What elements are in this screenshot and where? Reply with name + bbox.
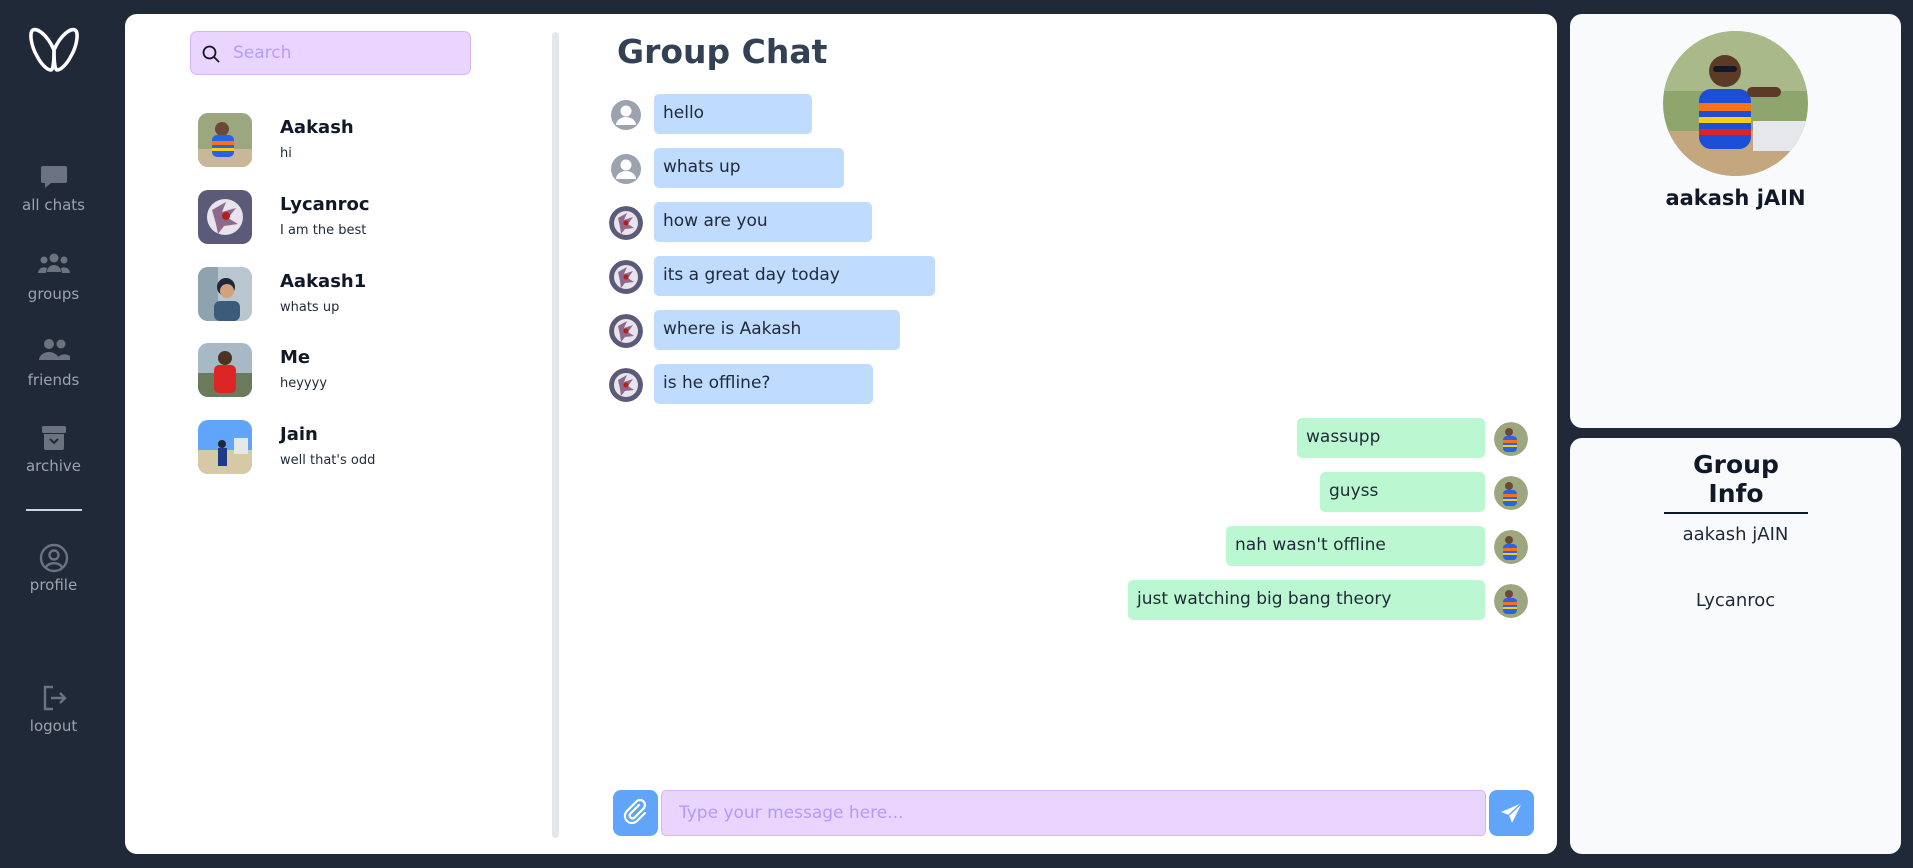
archive-icon [0, 424, 107, 452]
message-avatar[interactable] [609, 206, 643, 240]
nav-label: logout [29, 717, 78, 735]
default-user-icon[interactable] [609, 98, 643, 132]
group-member[interactable]: Lycanroc [1570, 590, 1901, 611]
search-input[interactable] [233, 32, 463, 74]
friends-icon [0, 338, 107, 366]
outgoing-message: guyss [125, 472, 1557, 512]
message-bubble: how are you [654, 202, 872, 242]
message-bubble: hello [654, 94, 812, 134]
group-member[interactable]: aakash jAIN [1570, 524, 1901, 545]
message-bubble: where is Aakash [654, 310, 900, 350]
paperclip-icon [613, 798, 658, 840]
nav-archive[interactable]: archive [0, 424, 107, 475]
outgoing-message: wassupp [125, 418, 1557, 458]
message-avatar[interactable] [1494, 422, 1528, 456]
incoming-message: its a great day today [125, 256, 1557, 296]
profile-name: aakash jAIN [1665, 186, 1806, 210]
nav-label: profile [29, 576, 78, 594]
send-icon [1489, 802, 1534, 840]
message-input-box[interactable] [661, 790, 1486, 836]
group-info-title: Group Info [1664, 450, 1808, 514]
nav-label: groups [27, 285, 80, 303]
outgoing-message: just watching big bang theory [125, 580, 1557, 620]
attach-button[interactable] [613, 790, 658, 836]
message-bubble: guyss [1320, 472, 1485, 512]
message-bubble: is he offline? [654, 364, 873, 404]
butterfly-logo-icon[interactable] [27, 26, 81, 74]
default-user-icon[interactable] [609, 152, 643, 186]
user-circle-icon [0, 543, 107, 573]
message-input[interactable] [662, 791, 1485, 835]
nav-rail: all chats groups friends archive profile… [0, 0, 125, 868]
logout-icon [0, 684, 107, 712]
incoming-message: how are you [125, 202, 1557, 242]
nav-divider [26, 509, 82, 511]
send-button[interactable] [1489, 790, 1534, 836]
message-bubble: wassupp [1297, 418, 1485, 458]
nav-label: friends [27, 371, 80, 389]
groups-icon [0, 252, 107, 280]
message-avatar[interactable] [609, 314, 643, 348]
message-bubble: whats up [654, 148, 844, 188]
nav-profile[interactable]: profile [0, 543, 107, 594]
search-box[interactable] [190, 31, 471, 75]
incoming-message: where is Aakash [125, 310, 1557, 350]
group-info-card: Group Info aakash jAIN Lycanroc [1570, 438, 1901, 854]
chat-bubble-icon [0, 163, 107, 191]
message-bubble: nah wasn't offline [1226, 526, 1485, 566]
incoming-message: is he offline? [125, 364, 1557, 404]
search-icon [201, 44, 221, 68]
chat-title: Group Chat [617, 32, 828, 71]
message-bubble: its a great day today [654, 256, 935, 296]
message-bubble: just watching big bang theory [1128, 580, 1485, 620]
nav-friends[interactable]: friends [0, 338, 107, 389]
nav-groups[interactable]: groups [0, 252, 107, 303]
profile-card: aakash jAIN [1570, 14, 1901, 428]
incoming-message: hello [125, 94, 1557, 134]
main-panel: Aakash hi Lycanroc I am the best Aakash1… [125, 14, 1557, 854]
profile-avatar[interactable] [1663, 31, 1808, 176]
message-avatar[interactable] [609, 368, 643, 402]
message-avatar[interactable] [1494, 584, 1528, 618]
outgoing-message: nah wasn't offline [125, 526, 1557, 566]
nav-all-chats[interactable]: all chats [0, 163, 107, 214]
message-avatar[interactable] [609, 260, 643, 294]
nav-logout[interactable]: logout [0, 684, 107, 735]
incoming-message: whats up [125, 148, 1557, 188]
message-avatar[interactable] [1494, 476, 1528, 510]
message-avatar[interactable] [1494, 530, 1528, 564]
nav-label: archive [25, 457, 82, 475]
nav-label: all chats [22, 196, 85, 214]
